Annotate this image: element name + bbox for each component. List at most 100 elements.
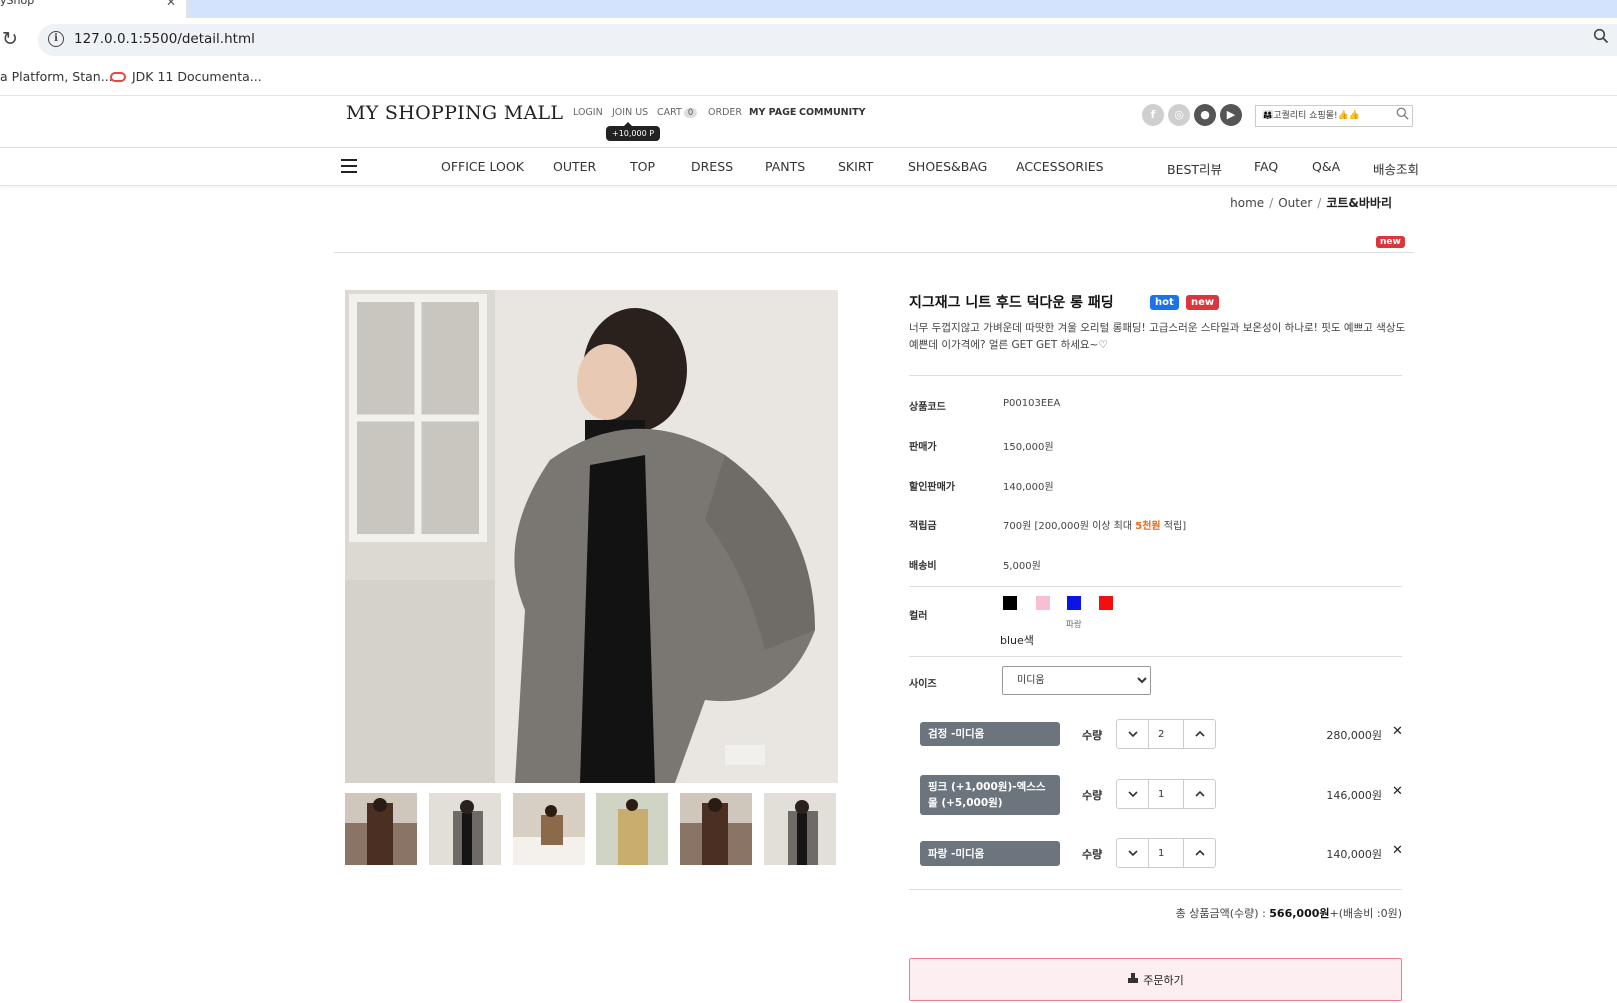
product-thumbnail-3[interactable] [513, 793, 585, 865]
quantity-input[interactable] [1148, 780, 1184, 808]
nav-item-office-look[interactable]: OFFICE LOOK [441, 159, 524, 174]
cart-link[interactable]: CART 0 [657, 107, 698, 118]
color-label: 컬러 [909, 611, 928, 622]
browser-tab-active[interactable]: yShop ✕ [0, 0, 186, 18]
site-logo[interactable]: MY SHOPPING MALL [346, 102, 563, 124]
quantity-stepper [1116, 779, 1216, 809]
bookmark-jdk-label: JDK 11 Documenta... [132, 69, 262, 84]
size-select[interactable]: 미디움 [1002, 666, 1151, 695]
product-thumbnail-1[interactable] [345, 793, 417, 865]
price-value: 150,000원 [1003, 442, 1054, 453]
hot-badge: hot [1150, 295, 1179, 310]
product-thumbnail-5[interactable] [680, 793, 752, 865]
chevron-down-icon [1127, 791, 1138, 798]
nav-item-pants[interactable]: PANTS [765, 159, 805, 174]
tab-title: yShop [0, 0, 35, 7]
shipping-label: 배송비 [909, 561, 937, 572]
join-link[interactable]: JOIN US [612, 107, 648, 118]
breadcrumb-category[interactable]: Outer [1278, 196, 1312, 210]
search-input[interactable] [1262, 109, 1392, 119]
login-link[interactable]: LOGIN [573, 107, 603, 118]
color-swatch-pink[interactable] [1036, 596, 1050, 610]
nav-item-skirt[interactable]: SKIRT [838, 159, 873, 174]
main-nav: OFFICE LOOK OUTER TOP DRESS PANTS SKIRT … [0, 148, 1617, 186]
quantity-decrease-button[interactable] [1117, 720, 1148, 748]
quantity-stepper [1116, 719, 1216, 749]
remove-option-icon[interactable]: ✕ [1392, 784, 1403, 799]
order-button[interactable]: 주문하기 [909, 958, 1402, 1001]
price-label: 판매가 [909, 442, 937, 453]
chevron-up-icon [1194, 730, 1205, 737]
selected-option-tag: 핑크 (+1,000원)-엑스스몰 (+5,000원) [920, 775, 1060, 815]
breadcrumb-home[interactable]: home [1230, 196, 1264, 210]
nav-item-qna[interactable]: Q&A [1312, 159, 1340, 174]
quantity-input[interactable] [1148, 839, 1184, 867]
tab-close-icon[interactable]: ✕ [166, 0, 176, 9]
product-thumbnail-6[interactable] [764, 793, 836, 865]
divider [909, 586, 1402, 587]
browser-toolbar: ↻ i 127.0.0.1:5500/detail.html [0, 18, 1617, 62]
selected-option-tag: 파랑 -미디움 [920, 841, 1060, 866]
product-code-label: 상품코드 [909, 402, 946, 413]
reload-icon[interactable]: ↻ [2, 28, 18, 50]
url-text[interactable]: 127.0.0.1:5500/detail.html [74, 31, 255, 47]
option-price: 146,000원 [1326, 789, 1382, 802]
quantity-label: 수량 [1082, 848, 1103, 861]
community-link[interactable]: COMMUNITY [799, 107, 866, 118]
product-thumbnail-4[interactable] [596, 793, 668, 865]
bookmark-platform[interactable]: a Platform, Stan... [0, 69, 113, 84]
chevron-down-icon [1127, 850, 1138, 857]
browser-tab-next[interactable] [189, 0, 1617, 17]
site-info-icon[interactable]: i [48, 31, 64, 47]
quantity-decrease-button[interactable] [1117, 839, 1148, 867]
nav-item-accessories[interactable]: ACCESSORIES [1016, 159, 1104, 174]
oracle-icon [110, 72, 126, 82]
sale-price-label: 할인판매가 [909, 482, 955, 493]
size-label: 사이즈 [909, 679, 937, 690]
instagram-icon[interactable]: ◎ [1168, 104, 1190, 126]
zoom-icon[interactable] [1593, 28, 1609, 48]
product-title: 지그재그 니트 후드 덕다운 롱 패딩 [909, 295, 1114, 311]
mypage-link[interactable]: MY PAGE [749, 107, 796, 118]
color-swatch-tooltip: 파랑 [1066, 620, 1082, 630]
chevron-down-icon [1127, 731, 1138, 738]
product-code-value: P00103EEA [1003, 398, 1061, 409]
bookmark-jdk[interactable]: JDK 11 Documenta... [110, 69, 262, 84]
cart-count-badge: 0 [683, 108, 698, 118]
nav-item-best-review[interactable]: BEST리뷰 [1167, 159, 1222, 178]
color-swatch-red[interactable] [1099, 596, 1113, 610]
search-icon[interactable] [1396, 107, 1409, 124]
product-description: 너무 두껍지않고 가벼운데 따땃한 겨울 오리털 롱패딩! 고급스러운 스타일과… [909, 322, 1406, 351]
remove-option-icon[interactable]: ✕ [1392, 843, 1403, 858]
divider [909, 656, 1402, 657]
quantity-input[interactable] [1148, 720, 1184, 748]
product-main-image [345, 290, 838, 783]
color-swatch-blue[interactable] [1067, 596, 1081, 610]
order-link[interactable]: ORDER [708, 107, 742, 118]
new-badge: new [1376, 236, 1405, 248]
nav-item-outer[interactable]: OUTER [553, 159, 596, 174]
remove-option-icon[interactable]: ✕ [1392, 724, 1403, 739]
color-swatch-black[interactable] [1003, 596, 1017, 610]
talk-icon[interactable]: ● [1194, 104, 1216, 126]
nav-item-dress[interactable]: DRESS [691, 159, 733, 174]
quantity-increase-button[interactable] [1184, 720, 1215, 748]
divider [909, 375, 1402, 376]
join-points-tooltip: +10,000 P [606, 122, 661, 141]
facebook-icon[interactable]: f [1142, 104, 1164, 126]
quantity-increase-button[interactable] [1184, 780, 1215, 808]
nav-item-faq[interactable]: FAQ [1254, 159, 1278, 174]
points-suffix: 적립] [1160, 521, 1187, 532]
quantity-label: 수량 [1082, 789, 1103, 802]
nav-item-top[interactable]: TOP [630, 159, 655, 174]
nav-item-delivery[interactable]: 배송조회 [1373, 159, 1419, 178]
address-bar[interactable]: i 127.0.0.1:5500/detail.html [38, 24, 1617, 56]
nav-item-shoes-bag[interactable]: SHOES&BAG [908, 159, 987, 174]
hamburger-menu-icon[interactable] [341, 159, 357, 173]
youtube-icon[interactable]: ▶ [1220, 104, 1242, 126]
chevron-up-icon [1194, 790, 1205, 797]
order-button-label: 주문하기 [1143, 973, 1184, 987]
product-thumbnail-2[interactable] [429, 793, 501, 865]
quantity-increase-button[interactable] [1184, 839, 1215, 867]
quantity-decrease-button[interactable] [1117, 780, 1148, 808]
